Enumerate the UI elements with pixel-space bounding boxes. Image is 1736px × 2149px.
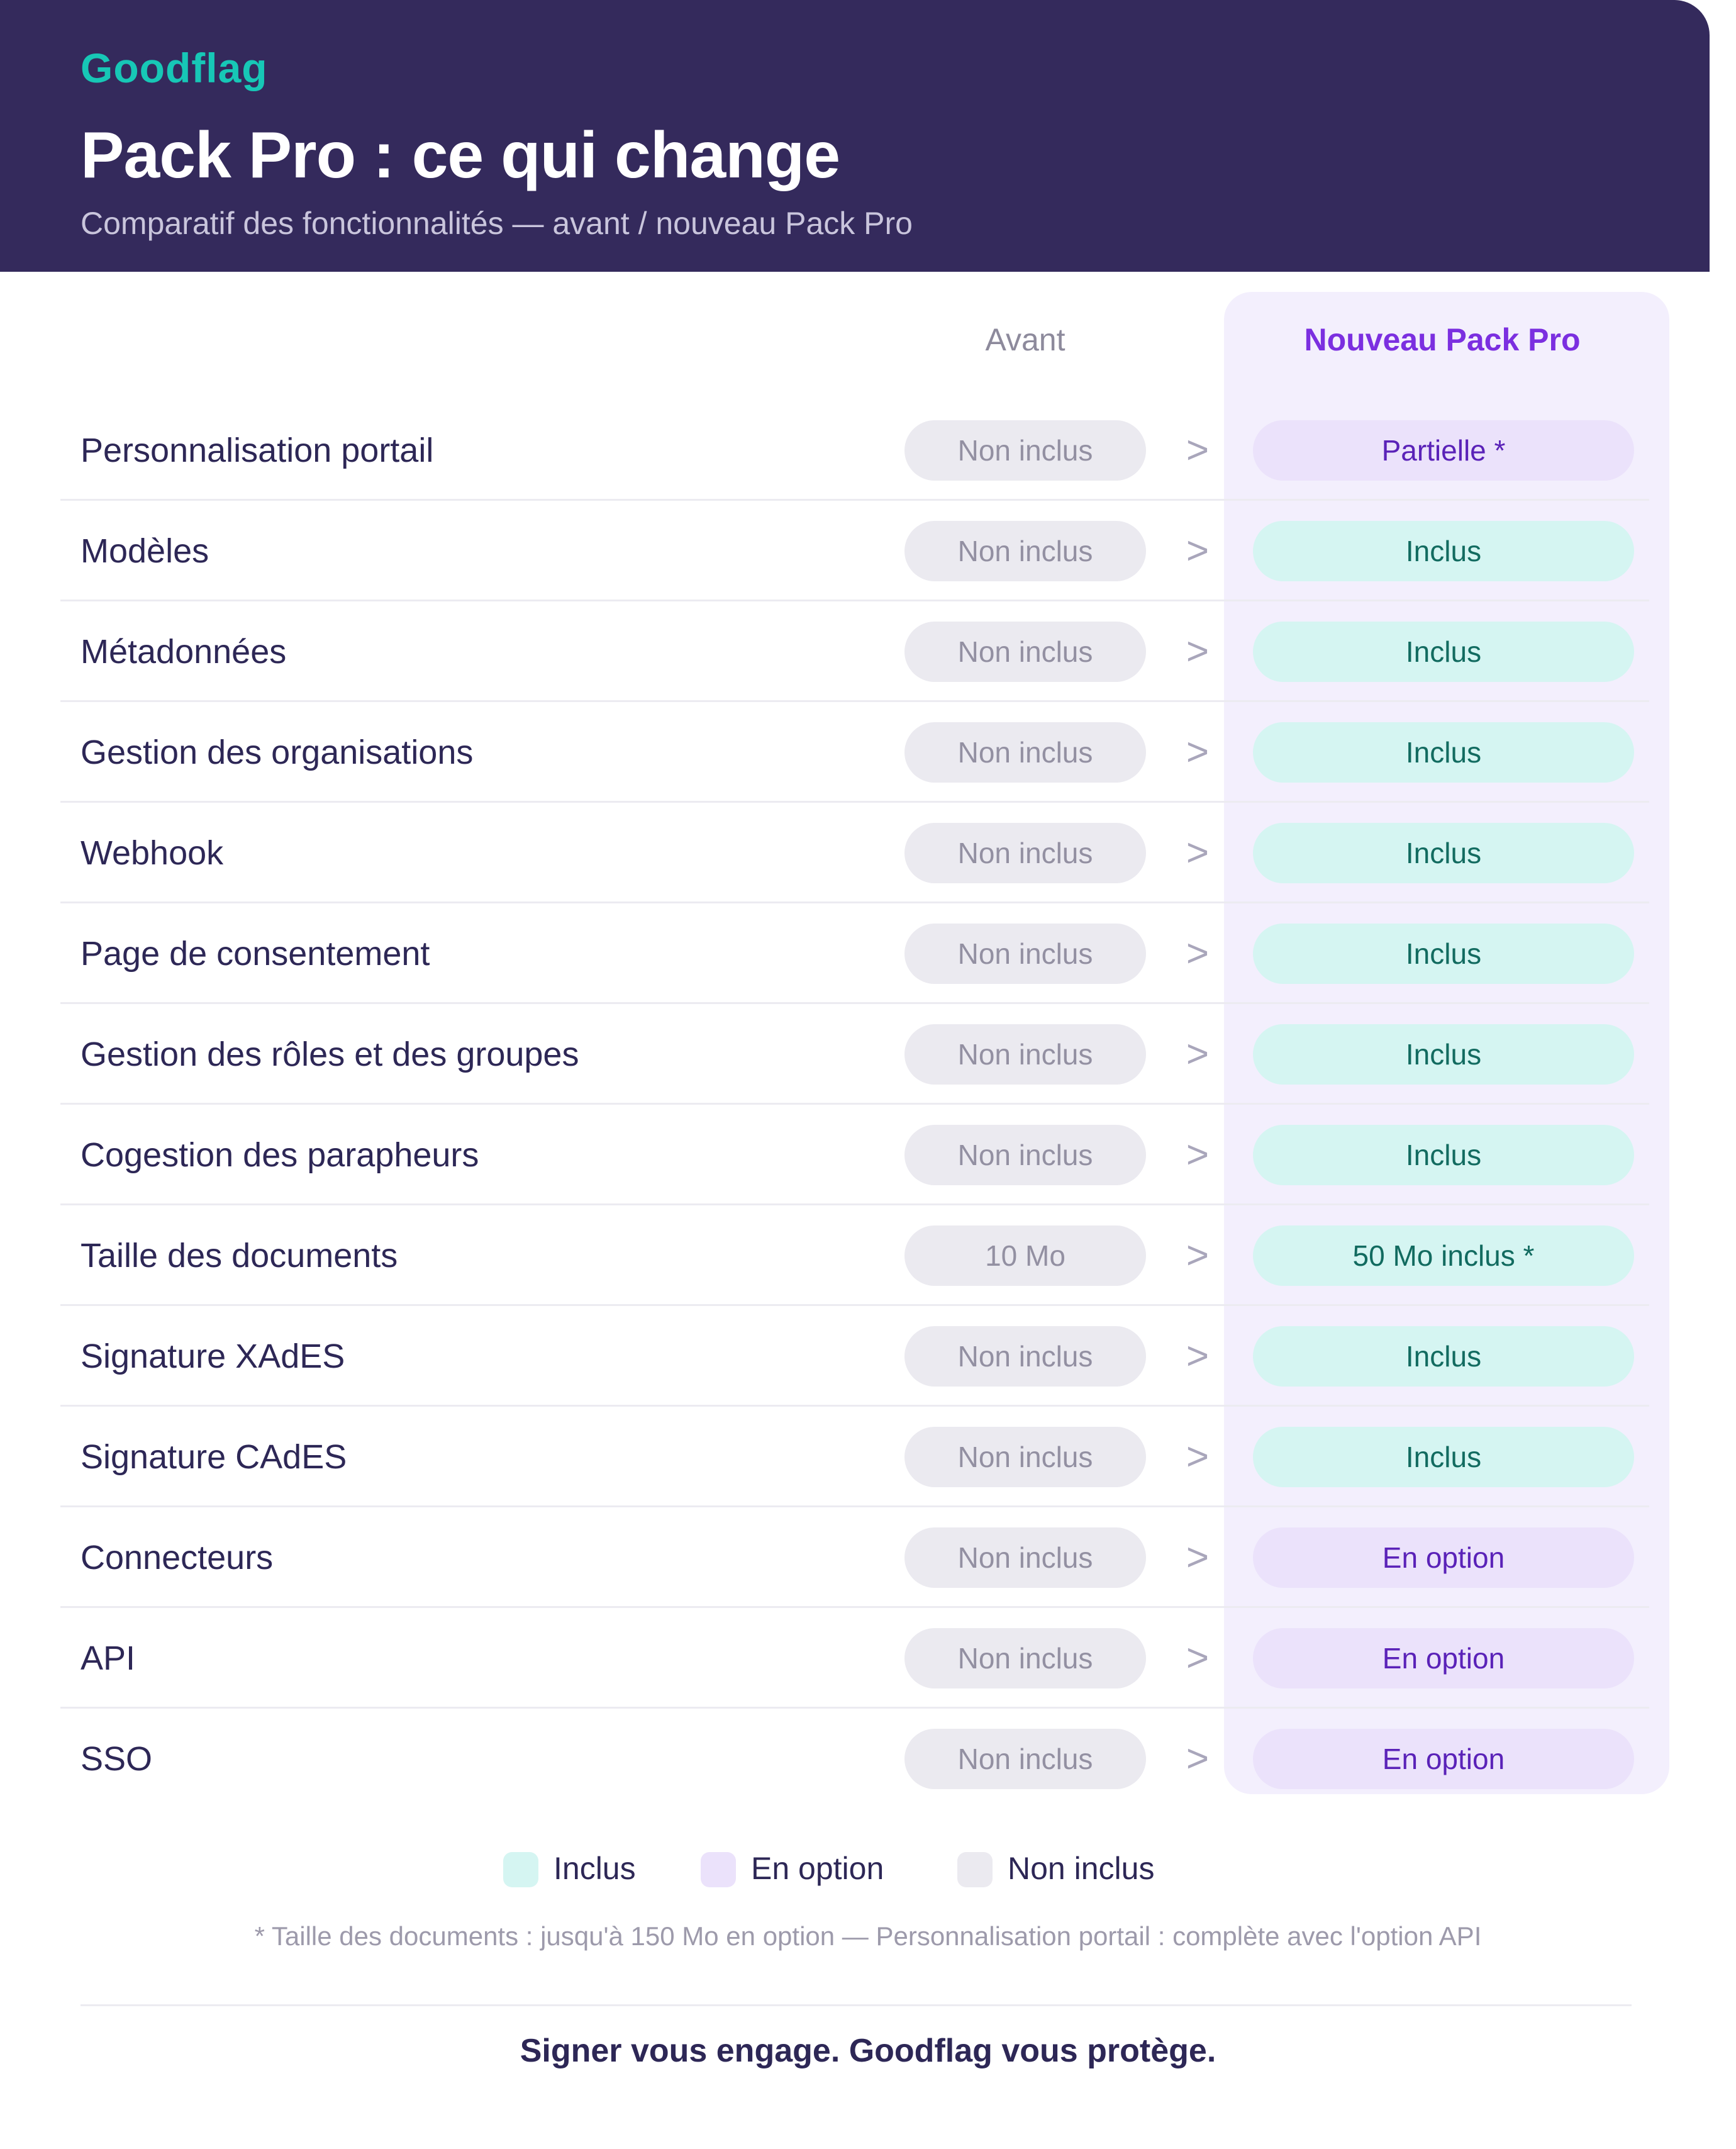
footer-divider bbox=[81, 2004, 1632, 2006]
feature-label: Modèles bbox=[81, 532, 209, 570]
before-status-pill: Non inclus bbox=[904, 521, 1146, 581]
before-status-pill: Non inclus bbox=[904, 924, 1146, 984]
table-row: Page de consentement Non inclus > Inclus bbox=[0, 903, 1736, 1004]
after-status-pill: Inclus bbox=[1253, 722, 1634, 783]
before-status-pill: 10 Mo bbox=[904, 1225, 1146, 1286]
legend-swatch-inclus bbox=[503, 1852, 538, 1887]
arrow-right-icon: > bbox=[1186, 932, 1210, 975]
table-row: Cogestion des parapheurs Non inclus > In… bbox=[0, 1105, 1736, 1205]
after-status-pill: Inclus bbox=[1253, 622, 1634, 682]
table-row: Métadonnées Non inclus > Inclus bbox=[0, 601, 1736, 702]
before-status-pill: Non inclus bbox=[904, 1729, 1146, 1789]
after-status-pill: Inclus bbox=[1253, 1326, 1634, 1387]
page: Goodflag Pack Pro : ce qui change Compar… bbox=[0, 0, 1736, 2149]
arrow-right-icon: > bbox=[1186, 730, 1210, 774]
before-status-pill: Non inclus bbox=[904, 1326, 1146, 1387]
footnote: * Taille des documents : jusqu'à 150 Mo … bbox=[254, 1921, 1482, 1951]
feature-label: Gestion des organisations bbox=[81, 734, 474, 771]
feature-label: Signature CAdES bbox=[81, 1438, 347, 1476]
legend-swatch-non-inclus bbox=[957, 1852, 993, 1887]
before-status-pill: Non inclus bbox=[904, 1628, 1146, 1688]
after-status-pill: En option bbox=[1253, 1527, 1634, 1588]
table-row: Signature XAdES Non inclus > Inclus bbox=[0, 1306, 1736, 1407]
before-status-pill: Non inclus bbox=[904, 722, 1146, 783]
after-status-pill: Inclus bbox=[1253, 924, 1634, 984]
feature-label: Métadonnées bbox=[81, 633, 287, 671]
arrow-right-icon: > bbox=[1186, 529, 1210, 572]
table-row: Webhook Non inclus > Inclus bbox=[0, 803, 1736, 903]
header-banner: Goodflag Pack Pro : ce qui change Compar… bbox=[0, 0, 1710, 272]
table-row: Taille des documents 10 Mo > 50 Mo inclu… bbox=[0, 1205, 1736, 1306]
feature-label: Taille des documents bbox=[81, 1237, 398, 1275]
feature-label: Gestion des rôles et des groupes bbox=[81, 1035, 579, 1073]
feature-label: Personnalisation portail bbox=[81, 432, 434, 469]
arrow-right-icon: > bbox=[1186, 630, 1210, 673]
before-status-pill: Non inclus bbox=[904, 1125, 1146, 1185]
legend-label-option: En option bbox=[751, 1851, 884, 1886]
before-status-pill: Non inclus bbox=[904, 823, 1146, 883]
feature-label: Connecteurs bbox=[81, 1539, 274, 1577]
after-status-pill: Inclus bbox=[1253, 1427, 1634, 1487]
page-subtitle: Comparatif des fonctionnalités — avant /… bbox=[81, 206, 913, 241]
table-row: SSO Non inclus > En option bbox=[0, 1709, 1736, 1809]
arrow-right-icon: > bbox=[1186, 1737, 1210, 1780]
after-status-pill: Partielle * bbox=[1253, 420, 1634, 481]
arrow-right-icon: > bbox=[1186, 831, 1210, 874]
after-status-pill: Inclus bbox=[1253, 823, 1634, 883]
comparison-table: Personnalisation portail Non inclus > Pa… bbox=[0, 400, 1736, 1809]
legend-swatch-option bbox=[701, 1852, 736, 1887]
page-title: Pack Pro : ce qui change bbox=[81, 119, 840, 192]
feature-label: Cogestion des parapheurs bbox=[81, 1136, 479, 1174]
table-row: Modèles Non inclus > Inclus bbox=[0, 501, 1736, 601]
brand-logo: Goodflag bbox=[81, 45, 268, 91]
table-row: Connecteurs Non inclus > En option bbox=[0, 1507, 1736, 1608]
before-status-pill: Non inclus bbox=[904, 420, 1146, 481]
after-status-pill: Inclus bbox=[1253, 1024, 1634, 1085]
after-status-pill: 50 Mo inclus * bbox=[1253, 1225, 1634, 1286]
arrow-right-icon: > bbox=[1186, 1234, 1210, 1277]
legend: Inclus En option Non inclus bbox=[0, 1843, 1736, 1894]
column-header-avant: Avant bbox=[985, 322, 1066, 357]
feature-label: Signature XAdES bbox=[81, 1337, 345, 1375]
table-row: API Non inclus > En option bbox=[0, 1608, 1736, 1709]
feature-label: API bbox=[81, 1639, 136, 1677]
arrow-right-icon: > bbox=[1186, 1334, 1210, 1378]
legend-label-non-inclus: Non inclus bbox=[1008, 1851, 1155, 1886]
arrow-right-icon: > bbox=[1186, 1636, 1210, 1680]
table-row: Personnalisation portail Non inclus > Pa… bbox=[0, 400, 1736, 501]
arrow-right-icon: > bbox=[1186, 1133, 1210, 1176]
before-status-pill: Non inclus bbox=[904, 1024, 1146, 1085]
tagline: Signer vous engage. Goodflag vous protèg… bbox=[520, 2033, 1216, 2069]
legend-label-inclus: Inclus bbox=[554, 1851, 636, 1886]
after-status-pill: En option bbox=[1253, 1628, 1634, 1688]
after-status-pill: Inclus bbox=[1253, 1125, 1634, 1185]
arrow-right-icon: > bbox=[1186, 1032, 1210, 1076]
table-row: Gestion des rôles et des groupes Non inc… bbox=[0, 1004, 1736, 1105]
feature-label: SSO bbox=[81, 1740, 153, 1778]
feature-label: Page de consentement bbox=[81, 935, 430, 973]
after-status-pill: En option bbox=[1253, 1729, 1634, 1789]
before-status-pill: Non inclus bbox=[904, 1427, 1146, 1487]
after-status-pill: Inclus bbox=[1253, 521, 1634, 581]
table-row: Gestion des organisations Non inclus > I… bbox=[0, 702, 1736, 803]
before-status-pill: Non inclus bbox=[904, 1527, 1146, 1588]
arrow-right-icon: > bbox=[1186, 1536, 1210, 1579]
table-row: Signature CAdES Non inclus > Inclus bbox=[0, 1407, 1736, 1507]
before-status-pill: Non inclus bbox=[904, 622, 1146, 682]
arrow-right-icon: > bbox=[1186, 1435, 1210, 1478]
arrow-right-icon: > bbox=[1186, 428, 1210, 472]
feature-label: Webhook bbox=[81, 834, 224, 872]
column-header-nouveau: Nouveau Pack Pro bbox=[1304, 322, 1581, 357]
